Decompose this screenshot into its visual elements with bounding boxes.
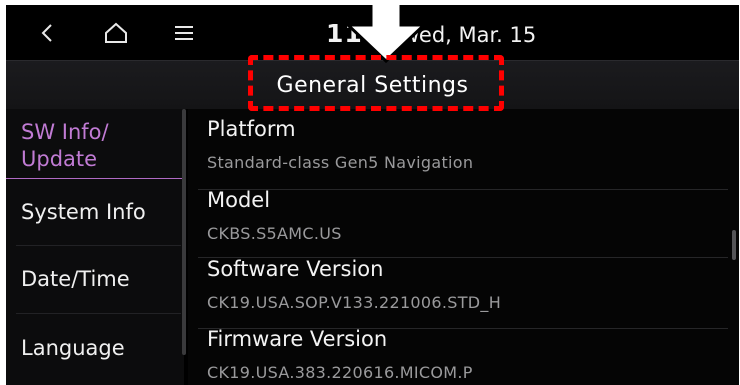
sidebar-item-label: SW Info/ Update [21,119,109,171]
sidebar: SW Info/ Update System Info Date/Time La… [6,109,184,385]
info-row-platform: Platform Standard-class Gen5 Navigation [188,109,739,179]
info-title: Model [207,188,271,212]
back-button[interactable] [32,5,62,60]
sidebar-item-system-info[interactable]: System Info [6,181,184,243]
sidebar-item-label: System Info [21,199,146,224]
divider [16,313,181,314]
info-value: Standard-class Gen5 Navigation [207,153,474,172]
chevron-left-icon [41,23,52,42]
info-title: Platform [207,117,296,141]
hamburger-menu-icon [175,25,193,40]
sidebar-item-sw-info-update[interactable]: SW Info/ Update [6,113,184,179]
menu-button[interactable] [169,5,199,60]
home-icon [105,22,127,43]
info-row-software-version: Software Version CK19.USA.SOP.V133.22100… [188,249,739,319]
content-scrollbar[interactable] [732,230,736,260]
sidebar-item-language[interactable]: Language [6,315,184,381]
sidebar-item-label: Date/Time [21,266,130,291]
highlight-box [248,55,504,111]
sidebar-item-date-time[interactable]: Date/Time [6,247,184,311]
screen: 11 AM Wed, Mar. 15 General Settings SW I… [6,5,739,385]
info-title: Firmware Version [207,327,388,351]
info-row-model: Model CKBS.S5AMC.US [188,180,739,250]
info-value: CKBS.S5AMC.US [207,224,342,243]
info-title: Software Version [207,257,384,281]
sidebar-scrollbar[interactable] [182,109,186,355]
info-list: Platform Standard-class Gen5 Navigation … [188,109,739,385]
info-row-firmware-version: Firmware Version CK19.USA.383.220616.MIC… [188,319,739,385]
info-value: CK19.USA.383.220616.MICOM.P [207,363,473,382]
divider [16,245,181,246]
info-value: CK19.USA.SOP.V133.221006.STD_H [207,293,502,312]
sidebar-item-label: Language [21,335,125,360]
home-button[interactable] [101,5,131,60]
